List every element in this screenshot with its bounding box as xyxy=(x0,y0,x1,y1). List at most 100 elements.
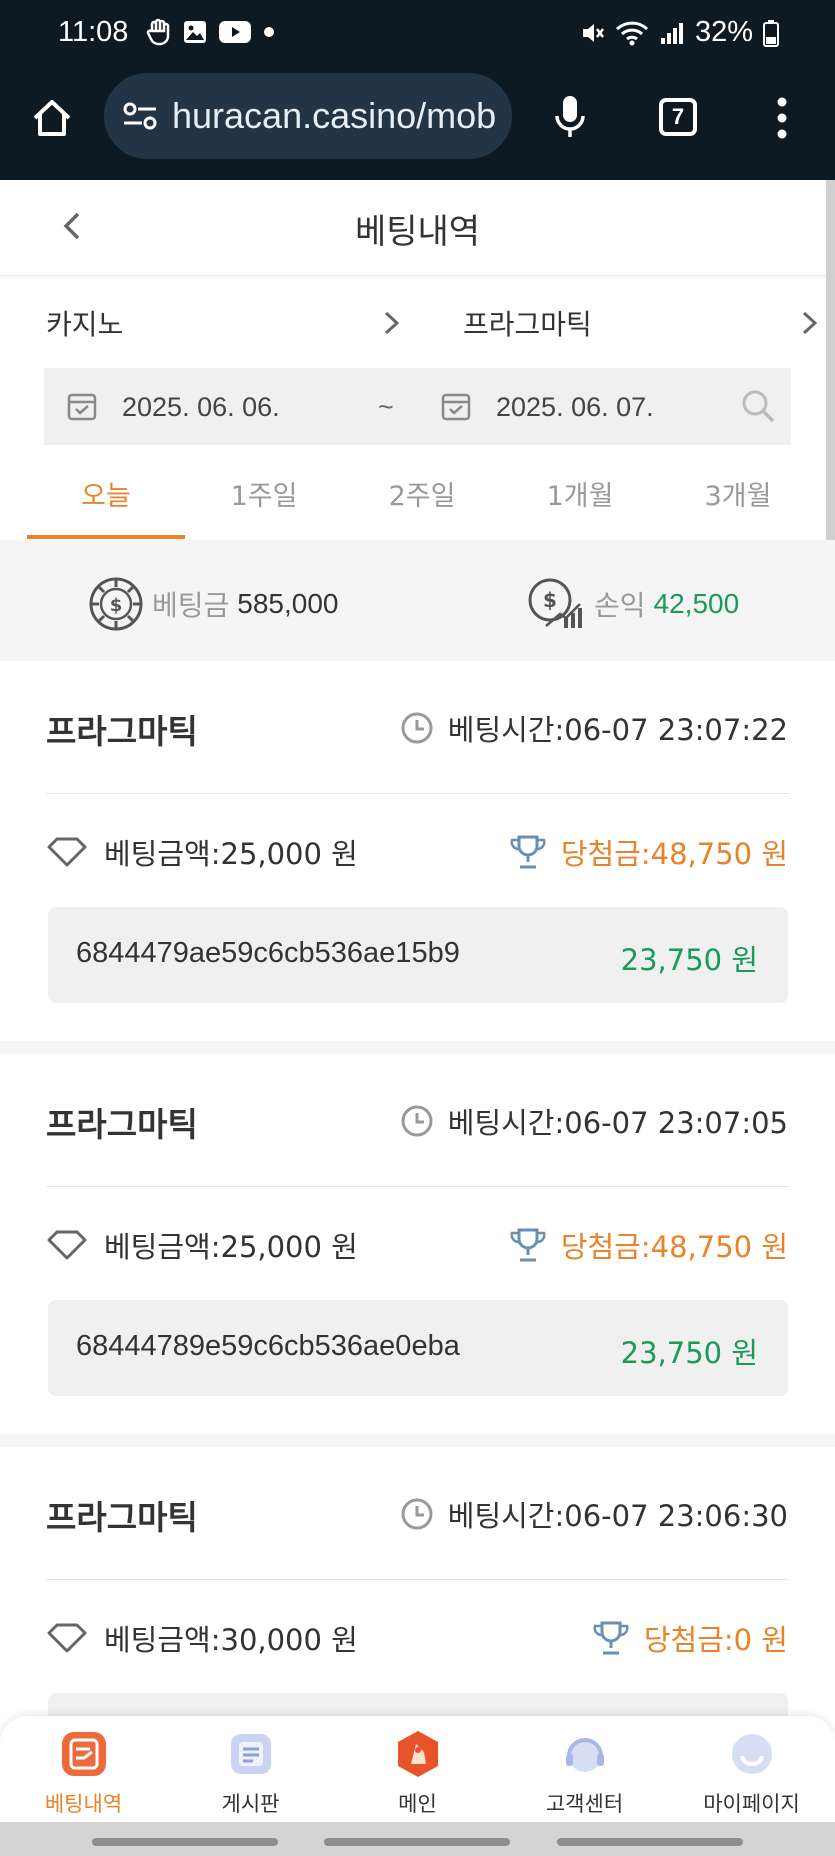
bet-hash-id: 6844479ae59c6cb536ae15b9 xyxy=(76,937,460,969)
calendar-icon[interactable] xyxy=(66,390,98,422)
bet-hash-id: 68444789e59c6cb536ae0eba xyxy=(76,1330,460,1362)
tab-switcher-button[interactable]: 7 xyxy=(659,98,697,136)
more-menu-icon[interactable] xyxy=(774,96,790,140)
bet-total: $ 베팅금 585,000 xyxy=(88,576,339,632)
mute-icon xyxy=(582,23,604,42)
status-system-icons: 32% xyxy=(579,16,779,49)
betting-summary: $ 베팅금 585,000 $ 손익 42,500 xyxy=(0,540,835,661)
trophy-icon xyxy=(510,1228,546,1262)
bet-time: 베팅시간:06-07 23:07:05 xyxy=(400,1100,788,1142)
tab-1-month[interactable]: 1개월 xyxy=(501,456,659,540)
win-amount: 당첨금:0 원 xyxy=(592,1617,788,1659)
board-icon xyxy=(230,1734,271,1774)
start-date[interactable]: 2025. 06. 06. xyxy=(122,392,280,423)
bet-time-text: 베팅시간:06-07 23:07:22 xyxy=(447,713,788,747)
bet-result-value: 23,750 원 xyxy=(620,1336,758,1370)
bet-amount-text: 베팅금액:25,000 원 xyxy=(104,1230,358,1264)
bet-provider: 프라그마틱 xyxy=(46,1105,198,1144)
nav-customer-center[interactable]: 고객센터 xyxy=(501,1716,668,1822)
bet-result-value: 23,750 원 xyxy=(620,943,758,977)
site-settings-icon[interactable] xyxy=(122,100,158,132)
provider-filter[interactable]: 프라그마틱 xyxy=(463,300,592,346)
gesture-pill[interactable] xyxy=(324,1838,510,1846)
diamond-icon xyxy=(47,1230,87,1260)
calendar-icon[interactable] xyxy=(440,390,472,422)
signal-icon xyxy=(660,22,683,44)
bet-total-value: 585,000 xyxy=(237,588,339,619)
coin-chip-icon: $ xyxy=(89,577,143,631)
bet-amount: 베팅금액:25,000 원 xyxy=(46,1224,358,1266)
tab-today[interactable]: 오늘 xyxy=(27,456,185,540)
tab-1-week[interactable]: 1주일 xyxy=(185,456,343,540)
bet-provider: 프라그마틱 xyxy=(46,1498,198,1537)
bet-time: 베팅시간:06-07 23:07:22 xyxy=(400,707,788,749)
win-amount: 당첨금:48,750 원 xyxy=(509,831,788,873)
image-icon xyxy=(184,21,206,43)
status-notification-icons xyxy=(146,18,276,46)
win-amount-text: 당첨금:48,750 원 xyxy=(560,837,788,871)
gesture-pill[interactable] xyxy=(557,1838,743,1846)
period-tabs: 오늘 1주일 2주일 1개월 3개월 xyxy=(27,456,817,540)
bet-amount: 베팅금액:30,000 원 xyxy=(46,1617,358,1659)
bet-detail-box[interactable]: 68444789e59c6cb536ae0eba 23,750 원 xyxy=(48,1300,788,1396)
provider-label[interactable]: 프라그마틱 xyxy=(463,303,592,343)
nav-label: 게시판 xyxy=(221,1792,280,1816)
bet-amount-text: 베팅금액:25,000 원 xyxy=(104,837,358,871)
main-home-icon xyxy=(397,1731,438,1777)
tab-2-weeks[interactable]: 2주일 xyxy=(343,456,501,540)
win-amount: 당첨금:48,750 원 xyxy=(509,1224,788,1266)
bet-detail-box[interactable] xyxy=(48,1693,788,1716)
bet-card[interactable]: 프라그마틱 베팅시간:06-07 23:07:05 베팅금액:25,000 원 … xyxy=(0,1054,835,1434)
bet-time-text: 베팅시간:06-07 23:06:30 xyxy=(447,1499,788,1533)
page-title: 베팅내역 xyxy=(354,212,481,252)
nav-main[interactable]: 메인 xyxy=(334,1716,501,1822)
nav-board[interactable]: 게시판 xyxy=(167,1716,334,1822)
svg-text:$: $ xyxy=(543,588,557,612)
trophy-icon xyxy=(510,835,546,869)
bet-time-text: 베팅시간:06-07 23:07:05 xyxy=(447,1106,788,1140)
search-icon[interactable] xyxy=(740,388,776,424)
nav-label: 고객센터 xyxy=(545,1792,624,1816)
diamond-icon xyxy=(47,1623,87,1653)
win-amount-text: 당첨금:48,750 원 xyxy=(560,1230,788,1264)
system-gesture-bar xyxy=(0,1822,835,1856)
divider xyxy=(46,1579,789,1580)
category-label[interactable]: 카지노 xyxy=(46,303,123,343)
bet-card[interactable]: 프라그마틱 베팅시간:06-07 23:06:30 베팅금액:30,000 원 … xyxy=(0,1447,835,1716)
clock-icon xyxy=(401,712,433,744)
profit-label: 손익 xyxy=(594,589,646,622)
bet-provider: 프라그마틱 xyxy=(46,712,198,751)
nav-my-page[interactable]: 마이페이지 xyxy=(668,1716,835,1822)
page-header: 베팅내역 xyxy=(0,180,835,276)
category-filter[interactable]: 카지노 xyxy=(46,300,123,346)
url-text[interactable]: huracan.casino/mob xyxy=(172,95,496,137)
gesture-pill[interactable] xyxy=(92,1838,278,1846)
youtube-icon xyxy=(219,21,251,43)
profit-value: 42,500 xyxy=(653,588,740,619)
date-range-picker: 2025. 06. 06. ~ 2025. 06. 07. xyxy=(44,368,791,445)
chevron-right-icon[interactable] xyxy=(798,308,822,338)
bet-time: 베팅시간:06-07 23:06:30 xyxy=(400,1493,788,1535)
microphone-icon[interactable] xyxy=(552,94,588,140)
nav-betting-history[interactable]: 베팅내역 xyxy=(0,1716,167,1822)
bet-card[interactable]: 프라그마틱 베팅시간:06-07 23:07:22 베팅금액:25,000 원 … xyxy=(0,661,835,1041)
bet-detail-box[interactable]: 6844479ae59c6cb536ae15b9 23,750 원 xyxy=(48,907,788,1003)
status-time: 11:08 xyxy=(58,16,129,48)
svg-text:$: $ xyxy=(110,595,123,616)
clock-icon xyxy=(401,1105,433,1137)
bet-amount: 베팅금액:25,000 원 xyxy=(46,831,358,873)
hand-icon xyxy=(146,18,170,46)
clock-icon xyxy=(401,1498,433,1530)
divider xyxy=(46,1186,789,1187)
betting-history-icon xyxy=(61,1732,106,1776)
chevron-right-icon[interactable] xyxy=(380,308,404,338)
trophy-icon xyxy=(593,1621,629,1655)
tab-3-months[interactable]: 3개월 xyxy=(659,456,817,540)
headset-icon xyxy=(565,1738,604,1772)
profit-chart-icon: $ xyxy=(528,578,582,628)
end-date[interactable]: 2025. 06. 07. xyxy=(496,392,654,423)
home-icon[interactable] xyxy=(30,96,74,140)
nav-label: 마이페이지 xyxy=(703,1792,800,1816)
url-bar[interactable]: huracan.casino/mob xyxy=(104,73,512,159)
bottom-navigation: 베팅내역 게시판 메인 고객센터 마이페이지 xyxy=(0,1716,835,1822)
